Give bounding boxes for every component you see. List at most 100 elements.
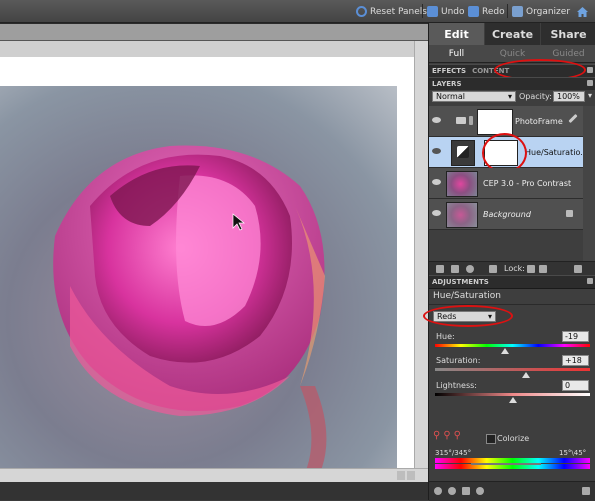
eye-icon[interactable] bbox=[432, 148, 441, 154]
horizontal-scrollbar[interactable] bbox=[0, 468, 428, 483]
layer-row-background[interactable]: Background bbox=[429, 199, 583, 230]
link-icon bbox=[469, 116, 473, 125]
saturation-slider[interactable] bbox=[435, 368, 590, 371]
panel-menu-icon[interactable] bbox=[587, 278, 593, 284]
tab-full[interactable]: Full bbox=[429, 46, 484, 61]
color-range-selector[interactable] bbox=[471, 463, 541, 465]
organizer-button[interactable]: Organizer bbox=[512, 5, 570, 18]
layer-row-cep-pro-contrast[interactable]: CEP 3.0 - Pro Contrast bbox=[429, 168, 583, 199]
brush-icon bbox=[568, 113, 578, 124]
layers-footer: Lock: bbox=[429, 261, 595, 276]
layers-panel-header: LAYERS bbox=[429, 77, 595, 91]
scroll-right-arrow[interactable] bbox=[407, 471, 415, 480]
folder-icon bbox=[456, 117, 466, 124]
blend-mode-select[interactable]: Normal ▾ bbox=[432, 91, 516, 102]
layers-scrollbar[interactable] bbox=[583, 106, 595, 261]
colorize-checkbox[interactable] bbox=[486, 434, 496, 444]
range-left-label: 315°/345° bbox=[435, 449, 472, 457]
hue-slider[interactable] bbox=[435, 344, 590, 347]
status-bar bbox=[0, 482, 428, 500]
layer-row-hue-saturation[interactable]: Hue/Saturatio... bbox=[429, 137, 588, 168]
eye-icon[interactable] bbox=[432, 210, 441, 216]
eye-icon[interactable] bbox=[448, 487, 456, 495]
tab-content[interactable]: CONTENT bbox=[466, 67, 509, 75]
lock-icon bbox=[566, 210, 573, 217]
scroll-left-arrow[interactable] bbox=[397, 471, 405, 480]
layers-title: LAYERS bbox=[432, 80, 462, 88]
layer-row-photoframe[interactable]: PhotoFrame bbox=[429, 106, 583, 137]
eyedropper-group: ⚲ ⚲ ⚲ bbox=[433, 430, 461, 441]
reset-icon[interactable] bbox=[476, 487, 484, 495]
adjustments-panel-header: ADJUSTMENTS bbox=[429, 275, 595, 289]
undo-button[interactable]: Undo bbox=[427, 5, 465, 18]
panel-menu-icon[interactable] bbox=[587, 80, 593, 86]
saturation-label: Saturation: bbox=[436, 356, 481, 365]
lightness-slider[interactable] bbox=[435, 393, 590, 396]
lightness-input[interactable]: 0 bbox=[562, 380, 589, 391]
lightness-label: Lightness: bbox=[436, 381, 477, 390]
home-icon bbox=[577, 6, 588, 17]
eyedropper-plus-icon[interactable]: ⚲ bbox=[443, 430, 450, 441]
hue-input[interactable]: -19 bbox=[562, 331, 589, 342]
tab-edit[interactable]: Edit bbox=[429, 23, 484, 45]
tab-create[interactable]: Create bbox=[485, 23, 540, 45]
eyedropper-minus-icon[interactable]: ⚲ bbox=[454, 430, 461, 441]
rose-photo[interactable] bbox=[0, 86, 397, 468]
lightness-slider-handle[interactable] bbox=[508, 397, 517, 403]
saturation-slider-handle[interactable] bbox=[522, 372, 531, 378]
channel-select[interactable]: Reds ▾ bbox=[433, 311, 496, 322]
adjustment-layer-icon[interactable] bbox=[466, 265, 474, 273]
colorize-label: Colorize bbox=[497, 434, 530, 443]
tab-effects[interactable]: EFFECTS bbox=[429, 67, 466, 75]
toolbar-divider bbox=[422, 4, 423, 18]
clip-icon[interactable] bbox=[462, 487, 470, 495]
document-tab-bar[interactable] bbox=[0, 24, 428, 41]
adjustments-footer bbox=[429, 481, 595, 501]
trash-icon[interactable] bbox=[582, 487, 590, 495]
opacity-label: Opacity: bbox=[519, 92, 552, 101]
undo-label: Undo bbox=[441, 6, 465, 17]
redo-button[interactable]: Redo bbox=[468, 5, 505, 18]
trash-icon[interactable] bbox=[574, 265, 582, 273]
eye-icon[interactable] bbox=[432, 117, 441, 123]
lock-all-icon[interactable] bbox=[539, 265, 547, 273]
hue-slider-handle[interactable] bbox=[500, 348, 509, 354]
lock-pixels-icon[interactable] bbox=[527, 265, 535, 273]
layer-thumbnail bbox=[446, 171, 478, 197]
layer-mask-thumbnail bbox=[484, 140, 518, 166]
opacity-value: 100% bbox=[557, 92, 580, 101]
reset-panels-button[interactable]: Reset Panels bbox=[356, 5, 427, 18]
back-icon[interactable] bbox=[434, 487, 442, 495]
chevron-down-icon[interactable]: ▾ bbox=[588, 91, 592, 100]
saturation-input[interactable]: +18 bbox=[562, 355, 589, 366]
hue-label: Hue: bbox=[436, 332, 455, 341]
adjustment-icon bbox=[451, 140, 475, 166]
document-canvas[interactable] bbox=[0, 41, 414, 468]
tab-share[interactable]: Share bbox=[541, 23, 595, 45]
layer-thumbnail bbox=[446, 202, 478, 228]
panel-menu-icon[interactable] bbox=[587, 67, 593, 73]
reset-panels-icon bbox=[356, 6, 367, 17]
tab-guided[interactable]: Guided bbox=[541, 46, 595, 61]
opacity-input[interactable]: 100% bbox=[553, 91, 585, 102]
tab-quick[interactable]: Quick bbox=[485, 46, 540, 61]
eyedropper-icon[interactable]: ⚲ bbox=[433, 430, 440, 441]
organizer-icon bbox=[512, 6, 523, 17]
new-group-icon[interactable] bbox=[451, 265, 459, 273]
effects-panel-header: EFFECTS CONTENT bbox=[429, 64, 595, 78]
blend-mode-value: Normal bbox=[436, 92, 465, 101]
layer-name: Hue/Saturatio... bbox=[525, 147, 588, 157]
chevron-down-icon: ▾ bbox=[507, 92, 512, 101]
vertical-scrollbar[interactable] bbox=[414, 41, 429, 468]
reset-panels-label: Reset Panels bbox=[370, 6, 427, 17]
adjustments-title: ADJUSTMENTS bbox=[432, 278, 489, 286]
home-button[interactable] bbox=[576, 5, 589, 18]
layer-thumbnail bbox=[477, 109, 513, 135]
lock-transparency-icon[interactable] bbox=[489, 265, 497, 273]
rose-image bbox=[53, 145, 327, 468]
eye-icon[interactable] bbox=[432, 179, 441, 185]
new-layer-icon[interactable] bbox=[436, 265, 444, 273]
layer-name: CEP 3.0 - Pro Contrast bbox=[483, 178, 572, 188]
range-right-label: 15°\45° bbox=[559, 449, 587, 457]
right-panel-bin: Edit Create Share Full Quick Guided EFFE… bbox=[423, 23, 595, 501]
